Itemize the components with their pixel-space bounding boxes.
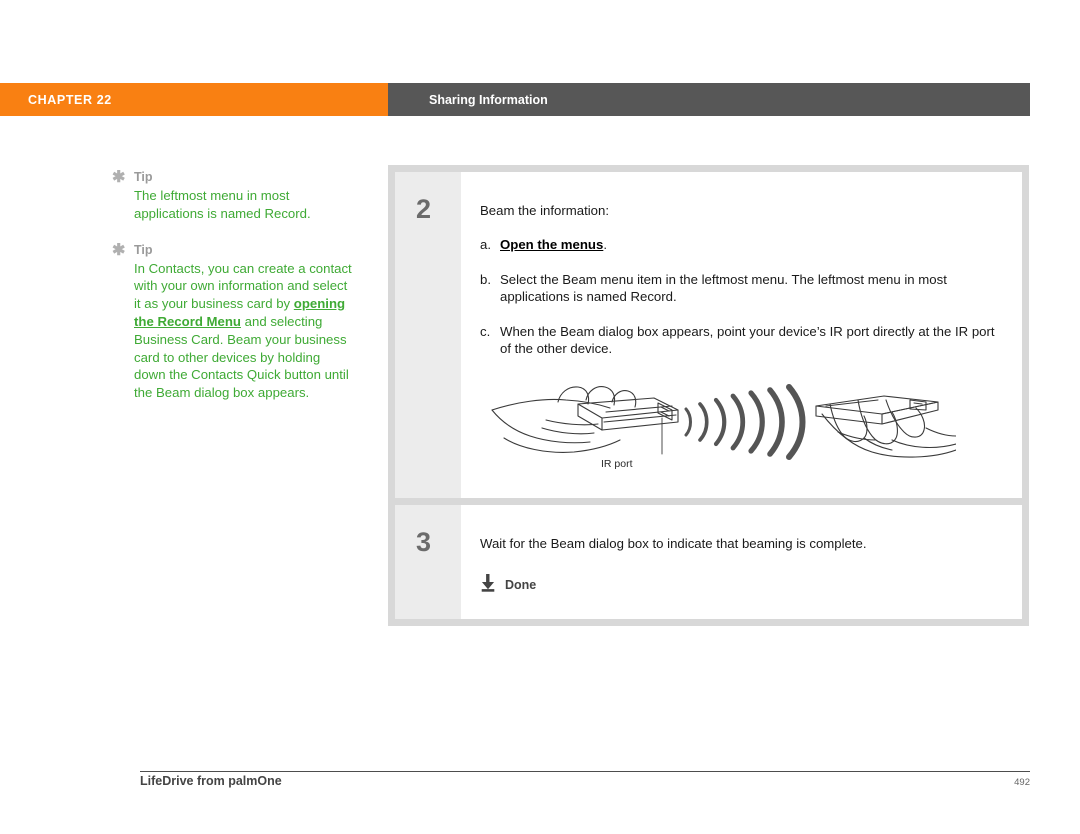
step-intro: Wait for the Beam dialog box to indicate… (480, 535, 867, 551)
footer-page-number: 492 (1014, 777, 1030, 788)
sidebar-tips: ✱ Tip The leftmost menu in most applicat… (112, 168, 352, 420)
tip-body: Tip In Contacts, you can create a contac… (134, 241, 352, 402)
substep-text: When the Beam dialog box appears, point … (500, 323, 995, 357)
substep-b: b. Select the Beam menu item in the left… (480, 271, 1006, 306)
ir-port-callout-label: IR port (601, 457, 633, 470)
tip-item: ✱ Tip In Contacts, you can create a cont… (112, 241, 352, 402)
tip-text-before: The leftmost menu in most applications i… (134, 188, 311, 221)
footer-product-title: LifeDrive from palmOne (140, 774, 282, 788)
tip-text: The leftmost menu in most applications i… (134, 187, 352, 223)
substep-text: Select the Beam menu item in the leftmos… (500, 271, 947, 305)
step-content: Wait for the Beam dialog box to indicate… (461, 505, 1022, 619)
step-frame-3: 3 Wait for the Beam dialog box to indica… (388, 497, 1029, 626)
substep-a: a. Open the menus. (480, 236, 1006, 254)
step-number: 3 (395, 504, 461, 619)
page-header: CHAPTER 22 Sharing Information (0, 83, 1030, 116)
substep-list: a. Open the menus. b. Select the Beam me… (480, 236, 1006, 358)
step-2: 2 Beam the information: a. Open the menu… (395, 172, 1022, 498)
tip-text: In Contacts, you can create a contact wi… (134, 260, 352, 402)
steps-container: 2 Beam the information: a. Open the menu… (388, 165, 1029, 626)
done-label: Done (505, 578, 537, 592)
asterisk-icon: ✱ (112, 241, 126, 259)
tip-body: Tip The leftmost menu in most applicatio… (134, 168, 352, 223)
done-row: Done (480, 573, 1006, 597)
header-section-label: Sharing Information (388, 83, 1030, 116)
substep-marker: b. (480, 271, 491, 287)
substep-text-after: . (603, 237, 607, 252)
download-arrow-icon (480, 573, 498, 597)
tip-label: Tip (134, 170, 153, 184)
substep-text: Open the menus. (500, 236, 1006, 254)
tip-label: Tip (134, 242, 153, 257)
ir-beam-illustration: IR port (486, 376, 1006, 476)
substep-marker: c. (480, 323, 491, 339)
tip-item: ✱ Tip The leftmost menu in most applicat… (112, 168, 352, 223)
footer-divider (140, 771, 1030, 772)
substep-c: c. When the Beam dialog box appears, poi… (480, 323, 1006, 358)
step-number: 2 (395, 172, 461, 498)
step-3: 3 Wait for the Beam dialog box to indica… (395, 504, 1022, 619)
asterisk-icon: ✱ (112, 169, 126, 186)
page-footer: LifeDrive from palmOne 492 (140, 774, 1030, 788)
ir-beam-drawing (491, 383, 957, 460)
step-frame-2: 2 Beam the information: a. Open the menu… (388, 165, 1029, 498)
substep-marker: a. (480, 237, 491, 252)
step-intro: Beam the information: (480, 203, 610, 218)
step-content: Beam the information: a. Open the menus.… (461, 172, 1022, 498)
header-chapter-label: CHAPTER 22 (0, 83, 388, 116)
open-the-menus-link[interactable]: Open the menus (500, 237, 603, 252)
